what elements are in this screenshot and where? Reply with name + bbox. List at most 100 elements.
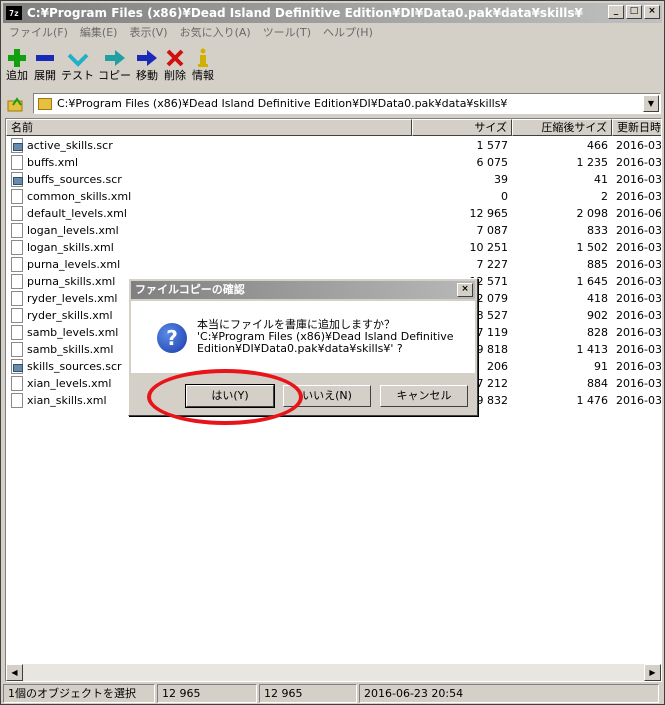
file-icon [11, 325, 23, 340]
file-row[interactable]: default_levels.xml 12 965 2 098 2016-06 [6, 205, 661, 222]
maximize-button[interactable]: □ [626, 5, 642, 19]
file-name: samb_levels.xml [27, 326, 119, 339]
add-button[interactable]: 追加 [5, 47, 29, 87]
status-packed-size: 12 965 [259, 684, 357, 703]
file-modified: 2016-03 [616, 275, 662, 288]
menu-view[interactable]: 表示(V) [123, 24, 173, 42]
file-modified: 2016-03 [616, 394, 662, 407]
scroll-left-button[interactable]: ◀ [6, 664, 23, 681]
menu-file[interactable]: ファイル(F) [3, 24, 74, 42]
file-modified: 2016-03 [616, 292, 662, 305]
file-icon [11, 274, 23, 289]
delete-button[interactable]: 削除 [163, 47, 187, 87]
file-packed-size: 1 413 [576, 343, 609, 356]
test-button[interactable]: テスト [61, 47, 94, 87]
move-label: 移動 [136, 69, 158, 82]
file-icon [11, 393, 23, 408]
address-path: C:¥Program Files (x86)¥Dead Island Defin… [57, 97, 508, 110]
question-icon: ? [157, 323, 187, 353]
file-row[interactable]: buffs_sources.scr 39 41 2016-03 [6, 171, 661, 188]
copy-label: コピー [98, 69, 131, 82]
plus-icon [5, 47, 29, 69]
menu-tools[interactable]: ツール(T) [257, 24, 317, 42]
file-packed-size: 41 [594, 173, 608, 186]
up-folder-icon[interactable] [5, 94, 27, 114]
scroll-track[interactable] [23, 664, 644, 681]
file-packed-size: 1 476 [576, 394, 609, 407]
scroll-right-button[interactable]: ▶ [644, 664, 661, 681]
file-size: 0 [501, 190, 508, 203]
menu-bar: ファイル(F) 編集(E) 表示(V) お気に入り(A) ツール(T) ヘルプ(… [3, 24, 379, 42]
file-packed-size: 884 [587, 377, 608, 390]
delete-x-icon [163, 47, 187, 69]
chevron-down-icon[interactable]: ▼ [643, 95, 659, 112]
file-name-cell: purna_levels.xml [6, 257, 412, 272]
address-input[interactable]: C:¥Program Files (x86)¥Dead Island Defin… [33, 93, 661, 114]
column-packed-size[interactable]: 圧縮後サイズ [512, 119, 612, 136]
file-modified: 2016-03 [616, 156, 662, 169]
status-modified: 2016-06-23 20:54 [359, 684, 659, 703]
file-icon [11, 240, 23, 255]
file-name-cell: active_skills.scr [6, 138, 412, 153]
file-row[interactable]: active_skills.scr 1 577 466 2016-03 [6, 137, 661, 154]
close-button[interactable]: × [644, 5, 660, 19]
cancel-button[interactable]: キャンセル [380, 385, 468, 407]
file-name: purna_levels.xml [27, 258, 121, 271]
file-name: ryder_levels.xml [27, 292, 118, 305]
file-name: purna_skills.xml [27, 275, 116, 288]
extract-label: 展開 [34, 69, 56, 82]
add-label: 追加 [6, 69, 28, 82]
file-size: 1 577 [476, 139, 509, 152]
minimize-button[interactable]: _ [608, 5, 624, 19]
file-name: common_skills.xml [27, 190, 132, 203]
file-row[interactable]: logan_levels.xml 7 087 833 2016-03 [6, 222, 662, 239]
no-button[interactable]: いいえ(N) [283, 385, 371, 407]
file-icon [11, 257, 23, 272]
horizontal-scrollbar[interactable]: ◀ ▶ [6, 664, 661, 681]
file-size: 10 251 [469, 241, 509, 254]
column-modified[interactable]: 更新日時 [612, 119, 661, 136]
extract-button[interactable]: 展開 [33, 47, 57, 87]
file-row[interactable]: buffs.xml 6 075 1 235 2016-03 [6, 154, 662, 171]
file-packed-size: 833 [587, 224, 608, 237]
file-packed-size: 1 502 [576, 241, 609, 254]
folder-icon [38, 97, 52, 110]
file-modified: 2016-03 [616, 309, 662, 322]
file-icon [11, 155, 23, 170]
dialog-title[interactable]: ファイルコピーの確認 × [131, 281, 475, 299]
file-name: buffs.xml [27, 156, 79, 169]
script-file-icon [11, 172, 23, 187]
file-icon [11, 376, 23, 391]
info-button[interactable]: 情報 [191, 47, 215, 87]
file-packed-size: 885 [587, 258, 608, 271]
window-controls: _ □ × [606, 5, 660, 19]
file-packed-size: 902 [587, 309, 608, 322]
file-row[interactable]: common_skills.xml 0 2 2016-03 [6, 188, 661, 205]
main-window: 7z C:¥Program Files (x86)¥Dead Island De… [0, 0, 665, 705]
dialog-buttons: はい(Y) いいえ(N) キャンセル [129, 384, 479, 411]
column-name[interactable]: 名前 [6, 119, 412, 136]
menu-edit[interactable]: 編集(E) [74, 24, 124, 42]
copy-confirm-dialog: ファイルコピーの確認 × ? 本当にファイルを書庫に追加しますか？ 'C:¥Pr… [128, 278, 478, 416]
file-modified: 2016-03 [616, 224, 662, 237]
file-name-cell: common_skills.xml [6, 189, 412, 204]
copy-button[interactable]: コピー [98, 47, 131, 87]
menu-favorites[interactable]: お気に入り(A) [174, 24, 257, 42]
title-bar[interactable]: 7z C:¥Program Files (x86)¥Dead Island De… [3, 3, 662, 23]
info-icon [191, 47, 215, 69]
file-icon [11, 223, 23, 238]
file-row[interactable]: purna_levels.xml 7 227 885 2016-03 [6, 256, 661, 273]
script-file-icon [11, 138, 23, 153]
dialog-body: ? 本当にファイルを書庫に追加しますか？ 'C:¥Program Files (… [131, 301, 475, 373]
file-row[interactable]: logan_skills.xml 10 251 1 502 2016-03 [6, 239, 662, 256]
menu-help[interactable]: ヘルプ(H) [317, 24, 379, 42]
column-size[interactable]: サイズ [412, 119, 512, 136]
yes-button[interactable]: はい(Y) [185, 384, 275, 408]
dialog-title-text: ファイルコピーの確認 [135, 283, 245, 296]
file-packed-size: 1 645 [576, 275, 609, 288]
file-packed-size: 2 098 [576, 207, 609, 220]
file-name: skills_sources.scr [27, 360, 122, 373]
file-modified: 2016-03 [616, 241, 662, 254]
move-button[interactable]: 移動 [135, 47, 159, 87]
dialog-close-button[interactable]: × [457, 283, 473, 297]
